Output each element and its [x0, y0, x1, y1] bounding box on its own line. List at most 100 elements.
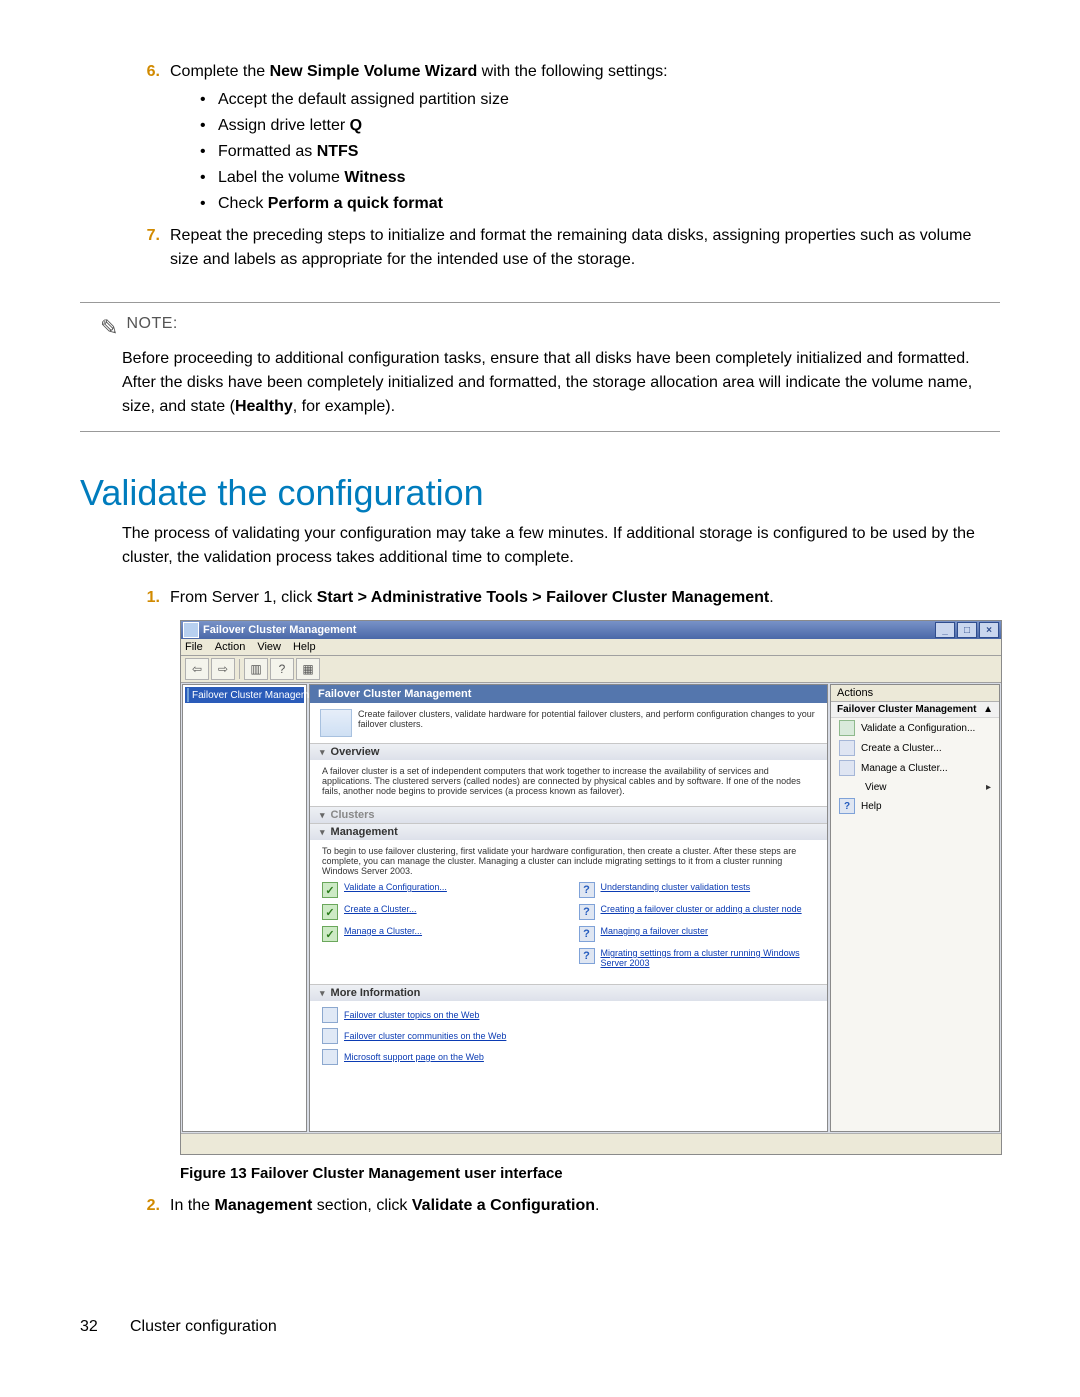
figure-caption: Figure 13 Failover Cluster Management us…: [180, 1165, 1000, 1182]
note-body: Before proceeding to additional configur…: [122, 347, 1000, 419]
step-6-number: 6.: [120, 60, 170, 220]
menu-help[interactable]: Help: [293, 641, 316, 653]
step2-b1: Management: [214, 1197, 312, 1214]
actions-title: Actions: [831, 685, 999, 702]
action-view[interactable]: View: [865, 782, 887, 793]
divider: [80, 431, 1000, 432]
cluster-icon: [839, 760, 855, 776]
note-icon: ✎: [100, 315, 118, 341]
intro-paragraph: The process of validating your configura…: [122, 522, 1000, 570]
step-2-number: 2.: [120, 1194, 170, 1218]
link-creating-cluster-node[interactable]: Creating a failover cluster or adding a …: [601, 904, 802, 914]
step6-bullet-3-pre: Label the volume: [218, 169, 344, 186]
toolbar-help-icon[interactable]: ?: [270, 658, 294, 680]
wizard-icon: ✓: [322, 904, 338, 920]
web-icon: [322, 1007, 338, 1023]
web-icon: [322, 1028, 338, 1044]
action-manage-cluster[interactable]: Manage a Cluster...: [861, 763, 948, 774]
divider: [80, 302, 1000, 303]
action-help[interactable]: Help: [861, 801, 882, 812]
action-validate-configuration[interactable]: Validate a Configuration...: [861, 723, 975, 734]
menu-view[interactable]: View: [257, 641, 281, 653]
toolbar-refresh-icon[interactable]: ▦: [296, 658, 320, 680]
step-7-number: 7.: [120, 224, 170, 272]
link-failover-topics-web[interactable]: Failover cluster topics on the Web: [344, 1010, 479, 1020]
section-clusters: ▾Clusters: [310, 806, 827, 823]
note-heading: ✎ NOTE:: [80, 315, 1000, 341]
window-titlebar[interactable]: Failover Cluster Management _ □ ×: [181, 621, 1001, 639]
note-label: NOTE:: [126, 315, 177, 333]
tree-root-selected[interactable]: Failover Cluster Management: [185, 687, 304, 703]
step6-bullet-1-b: Q: [350, 117, 362, 134]
cluster-icon: [187, 688, 189, 702]
help-icon: ?: [579, 926, 595, 942]
overview-text: A failover cluster is a set of independe…: [310, 760, 827, 806]
step2-post: .: [595, 1197, 599, 1214]
step1-bold: Start > Administrative Tools > Failover …: [317, 589, 770, 606]
menu-action[interactable]: Action: [215, 641, 246, 653]
menu-file[interactable]: File: [185, 641, 203, 653]
toolbar-back-icon[interactable]: ⇦: [185, 658, 209, 680]
caret-icon[interactable]: ▾: [320, 747, 325, 758]
menubar: File Action View Help: [181, 639, 1001, 656]
step-1-number: 1.: [120, 586, 170, 610]
step1-post: .: [769, 589, 773, 606]
step6-bullet-1-pre: Assign drive letter: [218, 117, 350, 134]
mgmt-title: Management: [331, 826, 398, 838]
chevron-up-icon[interactable]: ▲: [983, 704, 993, 715]
toolbar-forward-icon[interactable]: ⇨: [211, 658, 235, 680]
caret-icon[interactable]: ▾: [320, 827, 325, 838]
link-ms-support-web[interactable]: Microsoft support page on the Web: [344, 1052, 484, 1062]
close-button[interactable]: ×: [979, 622, 999, 638]
section-overview: ▾ Overview A failover cluster is a set of…: [310, 743, 827, 806]
center-intro-text: Create failover clusters, validate hardw…: [358, 709, 817, 737]
step6-bullet-4-pre: Check: [218, 195, 268, 212]
help-icon: ?: [579, 904, 595, 920]
note-body-bold: Healthy: [235, 398, 293, 415]
caret-icon[interactable]: ▾: [320, 988, 325, 999]
step6-bullet-2-b: NTFS: [317, 143, 359, 160]
link-validate-configuration[interactable]: Validate a Configuration...: [344, 882, 447, 892]
step-7-row: 7. Repeat the preceding steps to initial…: [120, 224, 1000, 272]
maximize-button[interactable]: □: [957, 622, 977, 638]
actions-group-label: Failover Cluster Management: [837, 704, 976, 715]
screenshot-window: Failover Cluster Management _ □ × File A…: [180, 620, 1002, 1155]
link-create-cluster[interactable]: Create a Cluster...: [344, 904, 417, 914]
note-body-post: , for example).: [293, 398, 395, 415]
section-heading: Validate the configuration: [80, 472, 1000, 514]
overview-title: Overview: [331, 746, 380, 758]
caret-icon[interactable]: ▾: [320, 810, 325, 821]
step-7-body: Repeat the preceding steps to initialize…: [170, 224, 1000, 272]
toolbar: ⇦ ⇨ ▥ ? ▦: [181, 656, 1001, 683]
toolbar-properties-icon[interactable]: ▥: [244, 658, 268, 680]
link-failover-communities-web[interactable]: Failover cluster communities on the Web: [344, 1031, 506, 1041]
step-2-body: In the Management section, click Validat…: [170, 1194, 1000, 1218]
link-migrating-settings[interactable]: Migrating settings from a cluster runnin…: [601, 948, 816, 968]
actions-pane: Actions Failover Cluster Management ▲ Va…: [830, 684, 1000, 1132]
step-1-body: From Server 1, click Start > Administrat…: [170, 586, 1000, 610]
step2-pre: In the: [170, 1197, 214, 1214]
step2-mid: section, click: [312, 1197, 412, 1214]
step6-bullet-0: Accept the default assigned partition si…: [218, 91, 509, 108]
link-managing-failover-cluster[interactable]: Managing a failover cluster: [601, 926, 709, 936]
tree-pane: Failover Cluster Management: [182, 684, 307, 1132]
link-manage-cluster[interactable]: Manage a Cluster...: [344, 926, 422, 936]
minimize-button[interactable]: _: [935, 622, 955, 638]
step-6-post: with the following settings:: [477, 63, 667, 80]
footer-section: Cluster configuration: [130, 1318, 277, 1336]
center-title: Failover Cluster Management: [310, 685, 827, 703]
mgmt-text: To begin to use failover clustering, fir…: [322, 846, 815, 876]
page-footer: 32 Cluster configuration: [80, 1318, 1000, 1336]
tree-root-label: Failover Cluster Management: [192, 690, 323, 701]
cluster-icon: [839, 740, 855, 756]
link-understanding-validation[interactable]: Understanding cluster validation tests: [601, 882, 751, 892]
page-number: 32: [80, 1318, 110, 1336]
step2-b2: Validate a Configuration: [412, 1197, 595, 1214]
section-more-info: ▾More Information Failover cluster topic…: [310, 984, 827, 1080]
step-1-row: 1. From Server 1, click Start > Administ…: [120, 586, 1000, 610]
step-6-bullets: Accept the default assigned partition si…: [200, 88, 1000, 216]
step-6-body: Complete the New Simple Volume Wizard wi…: [170, 60, 1000, 220]
step-6-row: 6. Complete the New Simple Volume Wizard…: [120, 60, 1000, 272]
action-create-cluster[interactable]: Create a Cluster...: [861, 743, 942, 754]
toolbar-divider: [239, 659, 240, 679]
